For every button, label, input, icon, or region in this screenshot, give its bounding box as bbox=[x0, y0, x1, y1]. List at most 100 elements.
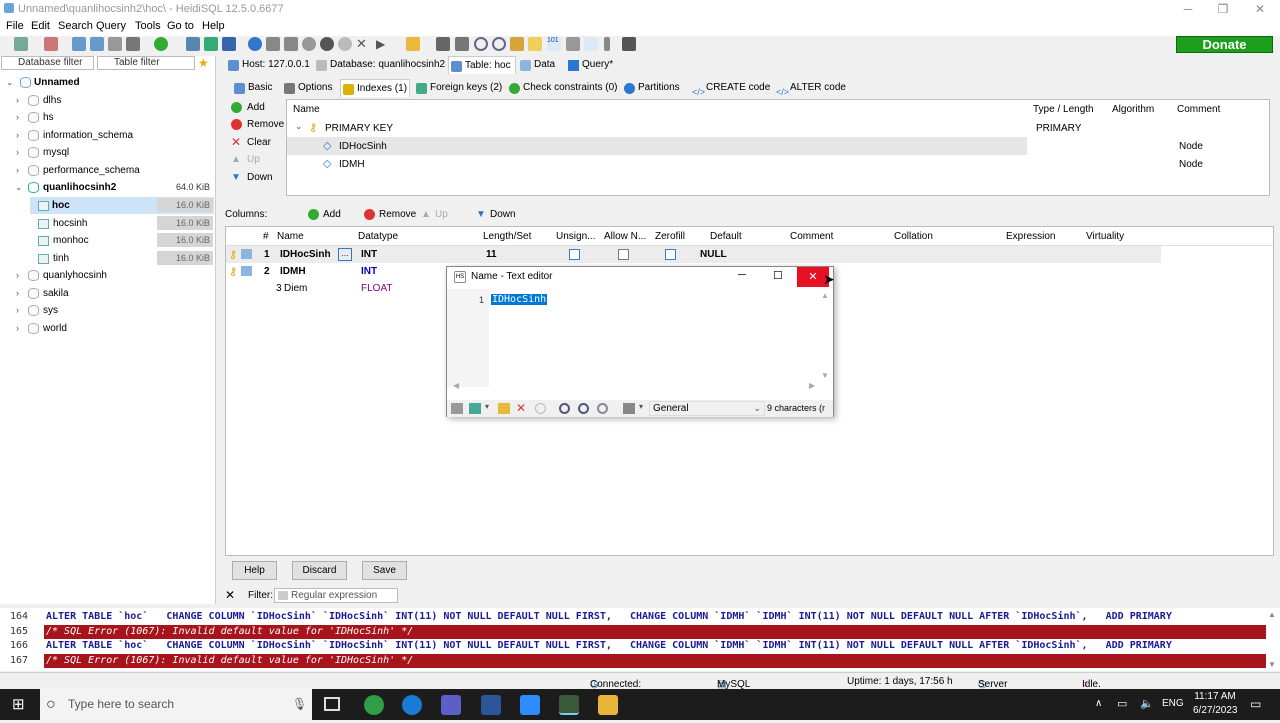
filter-input[interactable]: Regular expression bbox=[274, 588, 398, 603]
save-icon[interactable] bbox=[436, 37, 450, 51]
add-icon[interactable] bbox=[302, 37, 316, 51]
save-as-icon[interactable] bbox=[455, 37, 469, 51]
scroll-left-icon[interactable]: ◀ bbox=[453, 381, 459, 390]
print-icon[interactable] bbox=[126, 37, 140, 51]
tab-database[interactable]: Database: quanlihocsinh2 bbox=[314, 56, 445, 74]
replace-icon[interactable] bbox=[597, 403, 608, 414]
index-row-col-2[interactable]: ◇ IDMH bbox=[287, 155, 1027, 173]
help-icon[interactable] bbox=[248, 37, 262, 51]
connect-icon[interactable] bbox=[14, 37, 28, 51]
menu-edit[interactable]: Edit bbox=[31, 20, 50, 32]
cancel-icon[interactable]: ✕ bbox=[516, 401, 526, 415]
tab-table[interactable]: Table: hoc bbox=[448, 56, 516, 74]
volume-icon[interactable]: 🔈 bbox=[1140, 697, 1154, 710]
allow-null-checkbox[interactable] bbox=[618, 249, 629, 260]
network-icon[interactable]: ▭ bbox=[1117, 697, 1127, 710]
tab-check-constraints[interactable]: Check constraints (0) bbox=[507, 79, 618, 97]
tools-icon[interactable] bbox=[623, 403, 635, 414]
heidisql-icon[interactable] bbox=[559, 695, 579, 715]
table-filter-input[interactable]: Table filter bbox=[97, 56, 195, 70]
zerofill-checkbox[interactable] bbox=[665, 249, 676, 260]
index-add-button[interactable]: Add bbox=[231, 100, 265, 116]
clock-date[interactable]: 6/27/2023 bbox=[1193, 705, 1238, 716]
format-icon[interactable] bbox=[510, 37, 524, 51]
index-row-primary[interactable]: ⌄ ⚷ PRIMARY KEY PRIMARY bbox=[287, 119, 1269, 137]
scroll-up-icon[interactable]: ▲ bbox=[1268, 610, 1276, 619]
discard-button[interactable]: Discard bbox=[292, 561, 347, 580]
sync-icon[interactable] bbox=[222, 37, 236, 51]
zalo-icon[interactable] bbox=[520, 695, 540, 715]
list-icon[interactable] bbox=[566, 37, 580, 51]
editor-area[interactable]: 1 IDHocSinh ▲ ▼ ◀ ▶ bbox=[447, 289, 833, 390]
save-button[interactable]: Save bbox=[362, 561, 407, 580]
scroll-down-icon[interactable]: ▼ bbox=[1268, 660, 1276, 669]
tree-item-quanlyhocsinh[interactable]: › quanlyhocsinh bbox=[0, 267, 214, 284]
clock-time[interactable]: 11:17 AM bbox=[1193, 691, 1237, 702]
database-filter-input[interactable]: Database filter bbox=[1, 56, 94, 70]
menu-file[interactable]: File bbox=[6, 20, 24, 32]
close-icon[interactable]: ✕ bbox=[1250, 2, 1270, 16]
index-row-col-1[interactable]: ◇ IDHocSinh bbox=[287, 137, 1027, 155]
export-icon[interactable] bbox=[204, 37, 218, 51]
menu-help[interactable]: Help bbox=[202, 20, 225, 32]
search-icon[interactable] bbox=[474, 37, 488, 51]
minimize-icon[interactable]: ─ bbox=[738, 269, 746, 281]
table-row[interactable]: ⚷ 1 IDHocSinh ... INT 11 NULL bbox=[226, 246, 1161, 263]
file-explorer-icon[interactable] bbox=[598, 695, 618, 715]
find-next-icon[interactable] bbox=[578, 403, 589, 414]
tab-options[interactable]: Options bbox=[282, 79, 333, 97]
column-remove-button[interactable]: Remove bbox=[364, 207, 416, 223]
first-icon[interactable] bbox=[266, 37, 280, 51]
column-up-button[interactable]: ▲ Up bbox=[421, 207, 448, 223]
tab-query[interactable]: Query* bbox=[566, 56, 613, 74]
menu-query[interactable]: Query bbox=[96, 20, 126, 32]
tree-item-sys[interactable]: › sys bbox=[0, 302, 214, 319]
sql-log[interactable]: 164 ALTER TABLE `hoc` CHANGE COLUMN `IDHo… bbox=[0, 608, 1280, 671]
star-icon[interactable]: ★ bbox=[198, 56, 209, 70]
refresh-icon[interactable] bbox=[154, 37, 168, 51]
maximize-icon[interactable]: ❐ bbox=[1213, 2, 1233, 16]
chevron-down-icon[interactable]: ⌄ bbox=[295, 121, 303, 132]
chevron-down-icon[interactable]: ⌄ bbox=[6, 74, 14, 91]
chrome-icon[interactable] bbox=[364, 695, 384, 715]
index-remove-button[interactable]: Remove bbox=[231, 117, 284, 133]
delete-icon[interactable] bbox=[320, 37, 334, 51]
notification-icon[interactable]: ▭ bbox=[1250, 697, 1261, 711]
tree-item-hoc[interactable]: hoc 16.0 KiB bbox=[30, 197, 214, 214]
tab-foreign-keys[interactable]: Foreign keys (2) bbox=[414, 79, 503, 97]
menu-tools[interactable]: Tools bbox=[135, 20, 161, 32]
close-tab-icon[interactable] bbox=[622, 37, 636, 51]
index-up-button[interactable]: ▲ Up bbox=[231, 152, 260, 168]
ellipsis-button[interactable]: ... bbox=[338, 248, 352, 261]
menu-search[interactable]: Search bbox=[58, 20, 93, 32]
tree-item-sakila[interactable]: › sakila bbox=[0, 285, 214, 302]
disconnect-icon[interactable] bbox=[44, 37, 58, 51]
tree-item-information-schema[interactable]: › information_schema bbox=[0, 127, 214, 144]
teams-icon[interactable] bbox=[441, 695, 461, 715]
scroll-down-icon[interactable]: ▼ bbox=[821, 371, 829, 380]
tree-root[interactable]: ⌄ Unnamed bbox=[0, 74, 214, 91]
donate-button[interactable]: Donate bbox=[1176, 36, 1273, 53]
undo-icon[interactable] bbox=[108, 37, 122, 51]
wrap-icon[interactable] bbox=[584, 37, 598, 51]
unsigned-checkbox[interactable] bbox=[569, 249, 580, 260]
paste-icon[interactable] bbox=[90, 37, 104, 51]
favorites-icon[interactable] bbox=[528, 37, 542, 51]
minimize-icon[interactable]: ─ bbox=[1178, 2, 1198, 16]
syntax-mode-select[interactable]: General ⌄ bbox=[649, 401, 765, 416]
tab-alter-code[interactable]: </> ALTER code bbox=[774, 79, 846, 97]
tree-item-performance-schema[interactable]: › performance_schema bbox=[0, 162, 214, 179]
chevron-up-icon[interactable]: ∧ bbox=[1095, 698, 1102, 709]
wrap-icon[interactable] bbox=[451, 403, 463, 414]
tree-item-hocsinh[interactable]: hocsinh 16.0 KiB bbox=[0, 215, 214, 232]
word-icon[interactable] bbox=[481, 695, 501, 715]
task-view-icon[interactable] bbox=[324, 697, 340, 711]
find-next-icon[interactable] bbox=[492, 37, 506, 51]
help-button[interactable]: Help bbox=[232, 561, 277, 580]
editor-text[interactable]: IDHocSinh bbox=[491, 294, 548, 305]
tree-item-quanlihocsinh2[interactable]: ⌄ quanlihocsinh2 64.0 KiB bbox=[0, 179, 214, 196]
cancel-icon[interactable]: ✕ bbox=[356, 37, 370, 51]
search-icon[interactable] bbox=[559, 403, 570, 414]
open-folder-icon[interactable] bbox=[498, 403, 510, 414]
tab-partitions[interactable]: Partitions bbox=[622, 79, 680, 97]
